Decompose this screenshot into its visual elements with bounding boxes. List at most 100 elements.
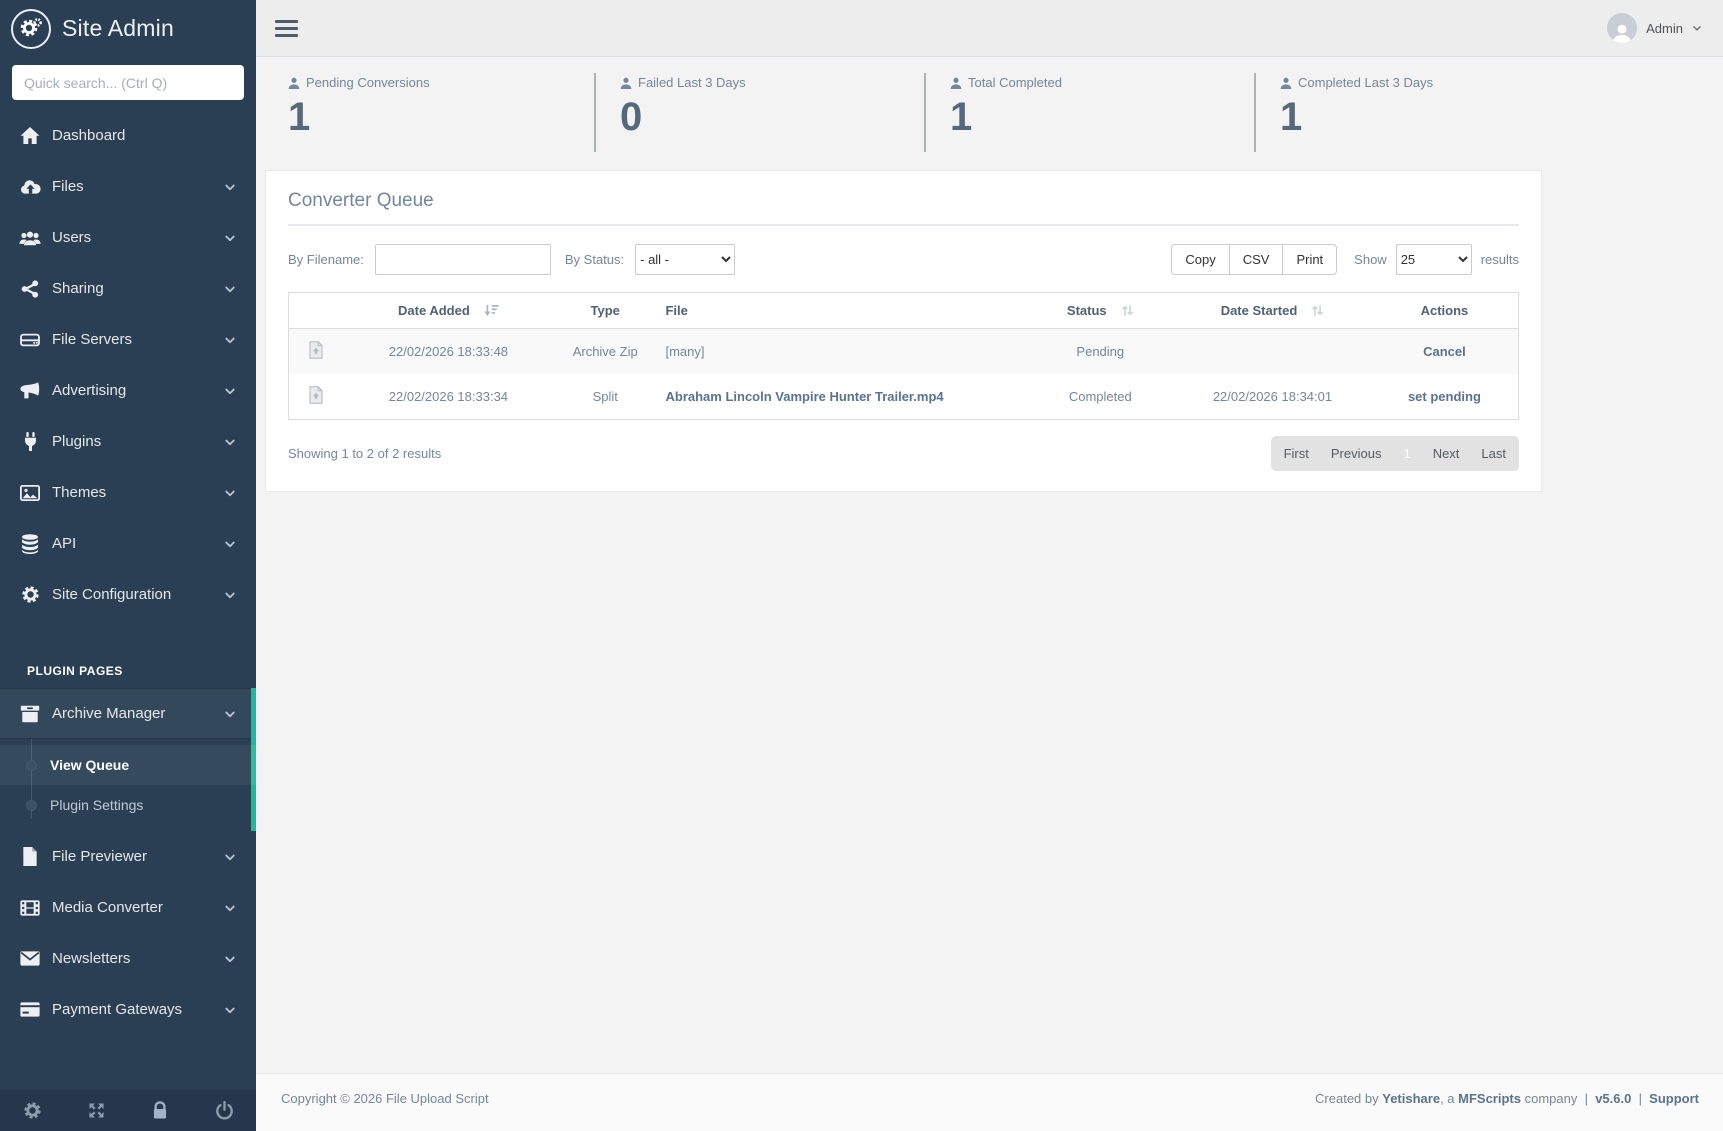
file-link[interactable]: Abraham Lincoln Vampire Hunter Trailer.m… (665, 389, 943, 404)
cell-file: [many] (657, 329, 1026, 375)
app-window: Site Admin Dashboard Files (0, 0, 1723, 1131)
home-icon (17, 127, 43, 144)
cancel-action-link[interactable]: Cancel (1423, 344, 1466, 359)
filter-toolbar: By Filename: By Status: - all - Copy CSV… (288, 244, 1519, 275)
sidebar-item-api[interactable]: API (0, 518, 256, 569)
menu-toggle-button[interactable] (271, 14, 302, 43)
brand[interactable]: Site Admin (0, 0, 256, 57)
copy-button[interactable]: Copy (1171, 244, 1229, 275)
version-text: v5.6.0 (1595, 1091, 1631, 1106)
column-type: Type (553, 293, 658, 329)
sidebar-item-file-previewer[interactable]: File Previewer (0, 831, 256, 882)
bullhorn-icon (17, 382, 43, 400)
mfscripts-link[interactable]: MFScripts (1458, 1091, 1521, 1106)
sidebar-item-label: Media Converter (52, 899, 163, 916)
sidebar-item-label: Sharing (52, 280, 104, 297)
csv-button[interactable]: CSV (1229, 244, 1284, 275)
sort-icon (1311, 304, 1324, 317)
avatar (1607, 13, 1637, 43)
gear-icon (23, 1101, 42, 1120)
chevron-down-icon (224, 589, 236, 601)
chevron-down-icon (224, 1004, 236, 1016)
pagination-previous-button[interactable]: Previous (1320, 437, 1393, 470)
footer-credits: Created by Yetishare, a MFScripts compan… (1315, 1091, 1699, 1106)
column-date-added[interactable]: Date Added (344, 293, 553, 329)
sidebar-menu: Dashboard Files Users (0, 110, 256, 620)
sidebar-settings-button[interactable] (0, 1090, 64, 1131)
archive-manager-submenu: View Queue Plugin Settings (0, 739, 256, 831)
bullet-icon (26, 760, 37, 771)
set-pending-action-link[interactable]: set pending (1408, 389, 1481, 404)
pagination-page-1-button[interactable]: 1 (1392, 437, 1421, 470)
sidebar-item-users[interactable]: Users (0, 212, 256, 263)
pagination-next-button[interactable]: Next (1422, 437, 1471, 470)
status-filter-select[interactable]: - all - (635, 244, 735, 275)
sidebar-item-dashboard[interactable]: Dashboard (0, 110, 256, 161)
stat-label: Pending Conversions (306, 75, 430, 90)
hdd-icon (17, 332, 43, 348)
stat-total-completed: Total Completed 1 (924, 73, 1254, 152)
sidebar-footer (0, 1090, 256, 1131)
sort-descending-icon (484, 304, 499, 317)
submenu-item-plugin-settings[interactable]: Plugin Settings (0, 785, 256, 825)
column-status[interactable]: Status (1026, 293, 1174, 329)
results-label: results (1481, 252, 1519, 267)
credit-card-icon (17, 1002, 43, 1017)
database-icon (17, 534, 43, 554)
cell-date-added: 22/02/2026 18:33:48 (344, 329, 553, 375)
plug-icon (17, 432, 43, 451)
sidebar-item-themes[interactable]: Themes (0, 467, 256, 518)
user-menu[interactable]: Admin (1607, 13, 1702, 43)
chevron-down-icon (224, 538, 236, 550)
image-icon (17, 485, 43, 501)
expand-arrows-icon (87, 1101, 106, 1120)
pagination: First Previous 1 Next Last (1271, 436, 1519, 471)
submenu-item-view-queue[interactable]: View Queue (0, 745, 256, 785)
sidebar-item-plugins[interactable]: Plugins (0, 416, 256, 467)
pagination-last-button[interactable]: Last (1470, 437, 1517, 470)
divider: | (1577, 1091, 1595, 1106)
archive-manager-section: Archive Manager View Queue Plugin Settin… (0, 688, 256, 831)
column-date-started[interactable]: Date Started (1174, 293, 1371, 329)
file-thumbnail-icon (309, 386, 323, 404)
lock-button[interactable] (128, 1090, 192, 1131)
company-text: company (1521, 1091, 1577, 1106)
sidebar-item-advertising[interactable]: Advertising (0, 365, 256, 416)
sidebar-item-site-configuration[interactable]: Site Configuration (0, 569, 256, 620)
cell-status: Pending (1026, 329, 1174, 375)
divider: | (1631, 1091, 1649, 1106)
support-link[interactable]: Support (1649, 1091, 1699, 1106)
sidebar-item-file-servers[interactable]: File Servers (0, 314, 256, 365)
sidebar-item-label: Plugins (52, 433, 101, 450)
users-icon (17, 230, 43, 246)
yetishare-link[interactable]: Yetishare (1382, 1091, 1440, 1106)
sidebar: Site Admin Dashboard Files (0, 0, 256, 1131)
sidebar-item-payment-gateways[interactable]: Payment Gateways (0, 984, 256, 1035)
table-row: 22/02/2026 18:33:34 Split Abraham Lincol… (289, 374, 1519, 420)
user-icon (950, 77, 962, 89)
top-navbar: Admin (256, 0, 1723, 57)
sidebar-item-media-converter[interactable]: Media Converter (0, 882, 256, 933)
content-area: Pending Conversions 1 Failed Last 3 Days… (256, 57, 1723, 1073)
chevron-down-icon (224, 181, 236, 193)
fullscreen-button[interactable] (64, 1090, 128, 1131)
print-button[interactable]: Print (1282, 244, 1337, 275)
logout-button[interactable] (192, 1090, 256, 1131)
by-filename-label: By Filename: (288, 252, 364, 267)
filename-filter-input[interactable] (375, 244, 551, 275)
user-icon (288, 77, 300, 89)
quick-search-input[interactable] (12, 65, 244, 100)
file-icon (17, 847, 43, 866)
cell-date-added: 22/02/2026 18:33:34 (344, 374, 553, 420)
cloud-upload-icon (17, 179, 43, 195)
page-length-select[interactable]: 25 (1396, 244, 1472, 275)
pagination-first-button[interactable]: First (1273, 437, 1320, 470)
table-header-row: Date Added Type File Status (289, 293, 1519, 329)
sidebar-item-newsletters[interactable]: Newsletters (0, 933, 256, 984)
chevron-down-icon (224, 708, 236, 720)
chevron-down-icon (224, 232, 236, 244)
sidebar-item-files[interactable]: Files (0, 161, 256, 212)
sidebar-item-sharing[interactable]: Sharing (0, 263, 256, 314)
sidebar-item-archive-manager[interactable]: Archive Manager (0, 688, 256, 739)
power-icon (215, 1101, 234, 1120)
